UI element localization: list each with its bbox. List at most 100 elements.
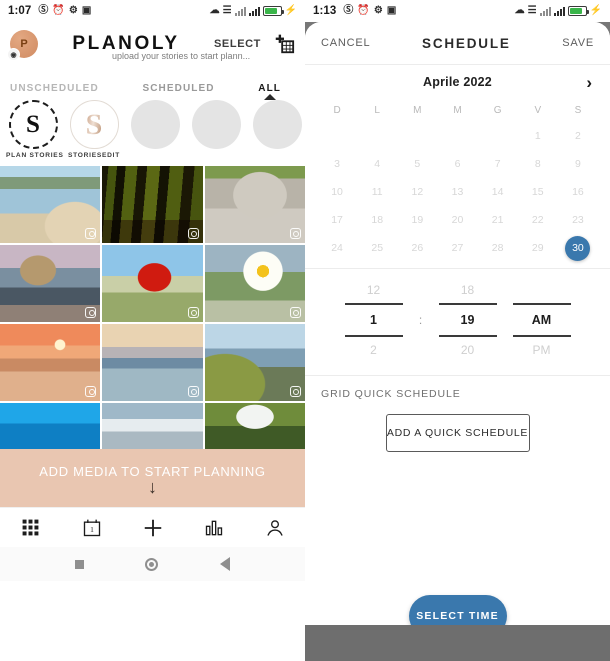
status-time: 1:13 — [313, 5, 337, 17]
minute-value[interactable]: 19 — [431, 307, 505, 333]
calendar-day[interactable]: 18 — [357, 206, 397, 234]
story-item-storiesedit[interactable]: S STORIESEDIT — [67, 100, 121, 159]
calendar-icon[interactable]: 1 — [81, 517, 103, 539]
grid-photo[interactable] — [0, 166, 101, 243]
grid-photo[interactable] — [102, 245, 203, 322]
calendar-day[interactable]: 7 — [478, 150, 518, 178]
calendar-dow-2: M — [413, 105, 422, 116]
avatar[interactable]: P ◉ — [7, 30, 38, 61]
grid-photo[interactable] — [102, 403, 203, 449]
calendar-day[interactable]: 21 — [478, 206, 518, 234]
grid-photo[interactable] — [102, 324, 203, 401]
calendar-day[interactable]: 14 — [478, 178, 518, 206]
calendar-day[interactable]: 5 — [397, 150, 437, 178]
grid-photo[interactable] — [0, 245, 101, 322]
system-nav-bar-left — [0, 547, 305, 581]
meridiem-next[interactable]: PM — [505, 339, 579, 361]
grid-icon[interactable] — [20, 517, 42, 539]
calendar-day[interactable]: 13 — [437, 178, 477, 206]
calendar-day[interactable]: 8 — [518, 150, 558, 178]
add-to-grid-icon[interactable] — [273, 33, 295, 55]
calendar-day[interactable]: 26 — [397, 234, 437, 262]
grid-photo[interactable] — [0, 324, 101, 401]
story-item-empty[interactable] — [189, 100, 243, 149]
minute-next[interactable]: 20 — [431, 339, 505, 361]
no-sound-icon: Ⓢ — [38, 5, 49, 16]
settings-icon: ⚙ — [373, 5, 383, 16]
calendar-day[interactable]: 23 — [558, 206, 598, 234]
calendar-day[interactable]: 29 — [518, 234, 558, 262]
hour-next[interactable]: 2 — [337, 339, 411, 361]
calendar-day[interactable]: 27 — [437, 234, 477, 262]
calendar-day[interactable]: 20 — [437, 206, 477, 234]
grid-photo[interactable] — [204, 166, 305, 243]
calendar-day[interactable]: 12 — [397, 178, 437, 206]
chevron-right-icon[interactable]: › — [586, 74, 592, 91]
tab-scheduled[interactable]: SCHEDULED — [138, 83, 218, 94]
profile-icon[interactable] — [264, 517, 286, 539]
storiesedit-icon: S — [69, 100, 119, 149]
recents-icon[interactable] — [74, 559, 84, 569]
minute-prev[interactable]: 18 — [431, 279, 505, 301]
time-picker[interactable]: 12 18 1 : 19 AM 2 20 PM — [305, 269, 610, 375]
calendar-day[interactable]: 3 — [317, 150, 357, 178]
cancel-button[interactable]: CANCEL — [321, 37, 370, 49]
calendar-day[interactable]: 22 — [518, 206, 558, 234]
meridiem-prev[interactable] — [505, 279, 579, 301]
calendar-day[interactable]: 9 — [558, 150, 598, 178]
grid-photo[interactable] — [204, 324, 305, 401]
calendar-header: Aprile 2022 › — [305, 65, 610, 99]
bluetooth-icon: ☰ — [527, 5, 537, 16]
settings-icon: ⚙ — [68, 5, 78, 16]
meridiem-value[interactable]: AM — [505, 307, 579, 333]
story-item-empty[interactable] — [128, 100, 182, 149]
calendar-day[interactable]: 25 — [357, 234, 397, 262]
add-media-banner[interactable]: ADD MEDIA TO START PLANNING ↓ — [0, 449, 305, 507]
no-sound-icon: Ⓢ — [343, 5, 354, 16]
screenshot-icon: ▣ — [386, 5, 397, 16]
grid-photo[interactable] — [204, 245, 305, 322]
calendar-grid[interactable]: D L M M G V S 1 2 3 4 5 6 7 8 9 10 11 12 13 14 15 16 17 18 19 20 21… — [305, 99, 610, 262]
back-icon[interactable] — [220, 557, 231, 571]
hour-prev[interactable]: 12 — [337, 279, 411, 301]
calendar-day[interactable]: 17 — [317, 206, 357, 234]
story-item-plan-stories[interactable]: S PLAN STORIES — [6, 100, 63, 159]
select-button[interactable]: SELECT — [214, 38, 261, 50]
calendar-day[interactable]: 4 — [357, 150, 397, 178]
calendar-day[interactable]: 16 — [558, 178, 598, 206]
tab-unscheduled[interactable]: UNSCHEDULED — [6, 83, 103, 94]
grid-photo[interactable] — [204, 403, 305, 449]
grid-photo[interactable] — [0, 403, 101, 449]
instagram-icon — [85, 228, 97, 239]
calendar-day-selected[interactable]: 30 — [558, 234, 598, 262]
divider — [438, 335, 497, 337]
divider — [438, 303, 497, 305]
divider — [344, 303, 403, 305]
signal-icon — [553, 6, 565, 16]
calendar-day[interactable]: 2 — [558, 122, 598, 150]
calendar-day[interactable]: 19 — [397, 206, 437, 234]
home-icon[interactable] — [145, 557, 159, 571]
story-item-empty[interactable] — [250, 100, 304, 149]
calendar-day[interactable]: 1 — [518, 122, 558, 150]
calendar-day[interactable]: 28 — [478, 234, 518, 262]
camera-badge-icon[interactable]: ◉ — [7, 48, 20, 61]
calendar-day[interactable]: 24 — [317, 234, 357, 262]
calendar-day[interactable]: 6 — [437, 150, 477, 178]
stories-tray[interactable]: S PLAN STORIES S STORIESEDIT upload your… — [0, 51, 305, 166]
tab-all[interactable]: ALL — [254, 83, 285, 100]
story-letter: S — [85, 107, 103, 141]
calendar-day[interactable]: 11 — [357, 178, 397, 206]
select-time-button[interactable]: SELECT TIME — [408, 595, 507, 625]
calendar-day[interactable]: 15 — [518, 178, 558, 206]
calendar-day[interactable]: 10 — [317, 178, 357, 206]
hour-value[interactable]: 1 — [337, 307, 411, 333]
signal-icon — [248, 6, 260, 16]
grid-photo[interactable] — [102, 166, 203, 243]
down-arrow-icon: ↓ — [148, 476, 157, 497]
add-quick-schedule-button[interactable]: ADD A QUICK SCHEDULE — [385, 414, 530, 452]
charging-icon: ⚡ — [589, 5, 602, 16]
save-button[interactable]: SAVE — [562, 37, 594, 49]
plus-icon[interactable] — [142, 517, 164, 539]
analytics-icon[interactable] — [203, 517, 225, 539]
